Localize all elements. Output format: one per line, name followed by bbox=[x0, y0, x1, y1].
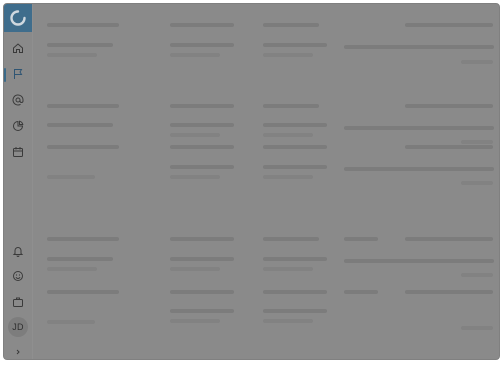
skeleton-line bbox=[344, 290, 378, 294]
skeleton-line bbox=[263, 165, 327, 169]
bell-icon bbox=[12, 247, 24, 257]
skeleton-line bbox=[170, 53, 220, 57]
skeleton-line bbox=[344, 126, 494, 130]
skeleton-line bbox=[47, 43, 113, 47]
skeleton-line bbox=[170, 43, 234, 47]
skeleton-line bbox=[344, 237, 378, 241]
skeleton-line bbox=[263, 145, 327, 149]
app-logo[interactable] bbox=[4, 4, 32, 32]
skeleton-line bbox=[263, 104, 319, 108]
sidebar-item-mentions[interactable] bbox=[10, 92, 26, 108]
skeleton-line bbox=[405, 104, 493, 108]
skeleton-line bbox=[263, 43, 327, 47]
sidebar-item-notifications[interactable] bbox=[10, 243, 26, 259]
skeleton-line bbox=[263, 237, 319, 241]
loading-skeleton-area bbox=[33, 4, 499, 359]
skeleton-line bbox=[263, 23, 319, 27]
skeleton-line bbox=[47, 257, 113, 261]
skeleton-line bbox=[47, 175, 95, 179]
skeleton-line bbox=[263, 267, 313, 271]
avatar[interactable]: JD bbox=[8, 317, 28, 337]
skeleton-line bbox=[47, 290, 119, 294]
sidebar: JD bbox=[4, 4, 33, 359]
loading-spinner-logo-icon bbox=[10, 10, 26, 26]
smiley-icon bbox=[13, 271, 23, 281]
skeleton-line bbox=[47, 104, 119, 108]
skeleton-line bbox=[170, 175, 220, 179]
skeleton-line bbox=[170, 104, 234, 108]
skeleton-line bbox=[47, 123, 113, 127]
sidebar-item-flag[interactable] bbox=[10, 66, 26, 82]
skeleton-line bbox=[47, 237, 119, 241]
skeleton-line bbox=[170, 133, 220, 137]
skeleton-line bbox=[263, 133, 313, 137]
skeleton-line bbox=[47, 320, 95, 324]
sidebar-item-reports[interactable] bbox=[10, 118, 26, 134]
skeleton-line bbox=[263, 257, 327, 261]
app-window: JD bbox=[3, 3, 500, 360]
skeleton-line bbox=[461, 181, 493, 185]
skeleton-line bbox=[405, 237, 493, 241]
chevron-right-icon bbox=[16, 349, 20, 355]
skeleton-line bbox=[461, 273, 493, 277]
skeleton-line bbox=[344, 45, 494, 49]
skeleton-line bbox=[405, 23, 493, 27]
skeleton-line bbox=[47, 267, 97, 271]
skeleton-line bbox=[344, 167, 494, 171]
home-icon bbox=[13, 43, 23, 53]
skeleton-line bbox=[170, 165, 234, 169]
skeleton-line bbox=[461, 60, 493, 64]
skeleton-line bbox=[47, 53, 97, 57]
skeleton-line bbox=[47, 145, 119, 149]
skeleton-line bbox=[461, 140, 493, 144]
skeleton-line bbox=[263, 53, 313, 57]
skeleton-line bbox=[405, 145, 493, 149]
skeleton-line bbox=[170, 267, 220, 271]
skeleton-line bbox=[170, 123, 234, 127]
skeleton-line bbox=[263, 309, 327, 313]
skeleton-line bbox=[47, 23, 119, 27]
skeleton-line bbox=[170, 145, 234, 149]
skeleton-line bbox=[170, 290, 234, 294]
skeleton-line bbox=[263, 175, 313, 179]
skeleton-line bbox=[263, 290, 327, 294]
pie-chart-icon bbox=[13, 120, 24, 131]
skeleton-line bbox=[170, 319, 220, 323]
sidebar-item-home[interactable] bbox=[10, 40, 26, 56]
skeleton-line bbox=[170, 237, 234, 241]
at-sign-icon bbox=[12, 94, 24, 106]
calendar-icon bbox=[13, 147, 23, 157]
sidebar-expand-button[interactable] bbox=[12, 346, 24, 358]
skeleton-line bbox=[405, 290, 493, 294]
skeleton-line bbox=[263, 123, 327, 127]
briefcase-icon bbox=[13, 297, 23, 307]
sidebar-item-feedback[interactable] bbox=[10, 268, 26, 284]
flag-icon bbox=[14, 69, 23, 79]
skeleton-line bbox=[461, 326, 493, 330]
active-indicator bbox=[4, 68, 6, 82]
skeleton-line bbox=[344, 259, 494, 263]
skeleton-line bbox=[170, 257, 234, 261]
skeleton-line bbox=[263, 319, 313, 323]
skeleton-line bbox=[170, 309, 234, 313]
sidebar-item-calendar[interactable] bbox=[10, 144, 26, 160]
skeleton-line bbox=[170, 23, 234, 27]
sidebar-item-workspace[interactable] bbox=[10, 294, 26, 310]
